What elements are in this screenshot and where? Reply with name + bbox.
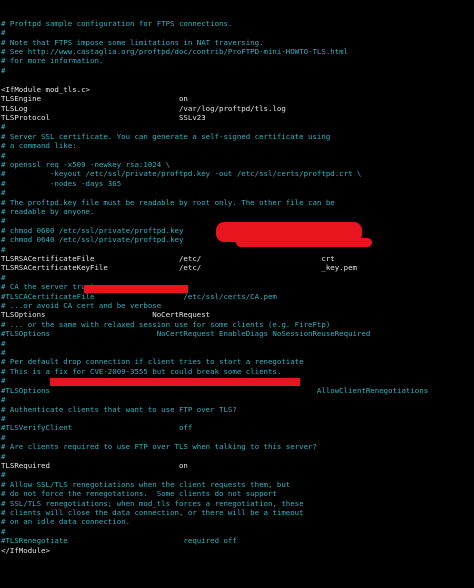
comment-line: #	[1, 122, 6, 132]
comment-line: # a command like:	[1, 141, 77, 151]
directive-line: TLSRSACertificateFile /etc/ crt	[1, 254, 335, 263]
comment-line: # -nodes -days 365	[1, 178, 122, 188]
comment-line: # ...or avoid CA cert and be verbose	[1, 301, 162, 311]
comment-line: # on an idle data connection.	[1, 517, 131, 527]
comment-line: # ... or the same with relaxed session u…	[1, 319, 331, 329]
comment-line: # openssl req -x509 -newkey rsa:1024 \	[1, 159, 171, 169]
comment-line: # Allow SSL/TLS renegotiations when the …	[1, 479, 291, 489]
comment-line: #	[1, 348, 6, 358]
directive-line: <IfModule mod_tls.c>	[1, 84, 90, 94]
terminal-window[interactable]: # Proftpd sample configuration for FTPS …	[0, 0, 474, 588]
comment-line: #	[1, 65, 6, 75]
comment-line: #	[1, 526, 6, 536]
comment-line: # CA the server trusts...	[1, 282, 113, 292]
redaction-mark-tls-options	[50, 378, 300, 386]
comment-line: #	[1, 28, 6, 38]
directive-line: TLSRSACertificateKeyFile /etc/ _key.pem	[1, 263, 357, 273]
comment-line: #	[1, 338, 6, 348]
comment-line: #	[1, 470, 6, 480]
comment-line: # Per default drop connection if client …	[1, 357, 304, 367]
redaction-mark-key-path	[236, 238, 372, 247]
directive-line: TLSEngine on	[1, 94, 188, 104]
comment-line: # clients will close the data connection…	[1, 507, 304, 517]
comment-line: # Are clients required to use FTP over T…	[1, 442, 317, 452]
comment-line: #	[1, 413, 6, 423]
comment-line: # readable by anyone.	[1, 206, 95, 216]
directive-line: TLSLog /var/log/proftpd/tls.log	[1, 103, 286, 113]
config-file-text: # Proftpd sample configuration for FTPS …	[0, 19, 474, 555]
comment-line: # -keyout /etc/ssl/private/proftpd.key -…	[1, 169, 362, 179]
comment-line: # Note that FTPS impose some limitations…	[1, 37, 264, 47]
comment-line: #TLSRenegotiate required off	[1, 536, 237, 546]
comment-line: #TLSVerifyClient off	[1, 423, 193, 433]
comment-line: #	[1, 188, 6, 198]
comment-line: # This is a fix for CVE-2009-3555 but co…	[1, 366, 282, 376]
comment-line: #TLSCACertificateFile /etc/ssl/certs/CA.…	[1, 291, 277, 301]
comment-line: # Server SSL certificate. You can genera…	[1, 131, 331, 141]
comment-line: # Proftpd sample configuration for FTPS …	[1, 18, 233, 28]
comment-line: # Authenticate clients that want to use …	[1, 404, 237, 414]
comment-line: #	[1, 395, 6, 405]
directive-line: TLSOptions NoCertRequest	[1, 310, 211, 320]
comment-line: # See http://www.castaglia.org/proftpd/d…	[1, 47, 349, 57]
redaction-mark-ca-file	[84, 285, 188, 293]
comment-line: #TLSOptions AllowClientRenegotiations	[1, 385, 429, 395]
comment-line: #TLSOptions NoCertRequest EnableDiags No…	[1, 329, 371, 339]
comment-line: #	[1, 451, 6, 461]
comment-line: #	[1, 150, 6, 160]
directive-line: TLSRequired on	[1, 460, 188, 470]
directive-line: </IfModule>	[1, 545, 50, 555]
comment-line: # SSL/TLS renegotiations; when mod_tls f…	[1, 498, 304, 508]
comment-line: # do not force the renegotations. Some c…	[1, 489, 277, 499]
comment-line: #	[1, 432, 6, 442]
comment-line: # for more information.	[1, 56, 104, 66]
comment-line: #	[1, 272, 6, 282]
comment-line: # The proftpd.key file must be readable …	[1, 197, 335, 207]
directive-line: TLSProtocol SSLv23	[1, 112, 206, 122]
